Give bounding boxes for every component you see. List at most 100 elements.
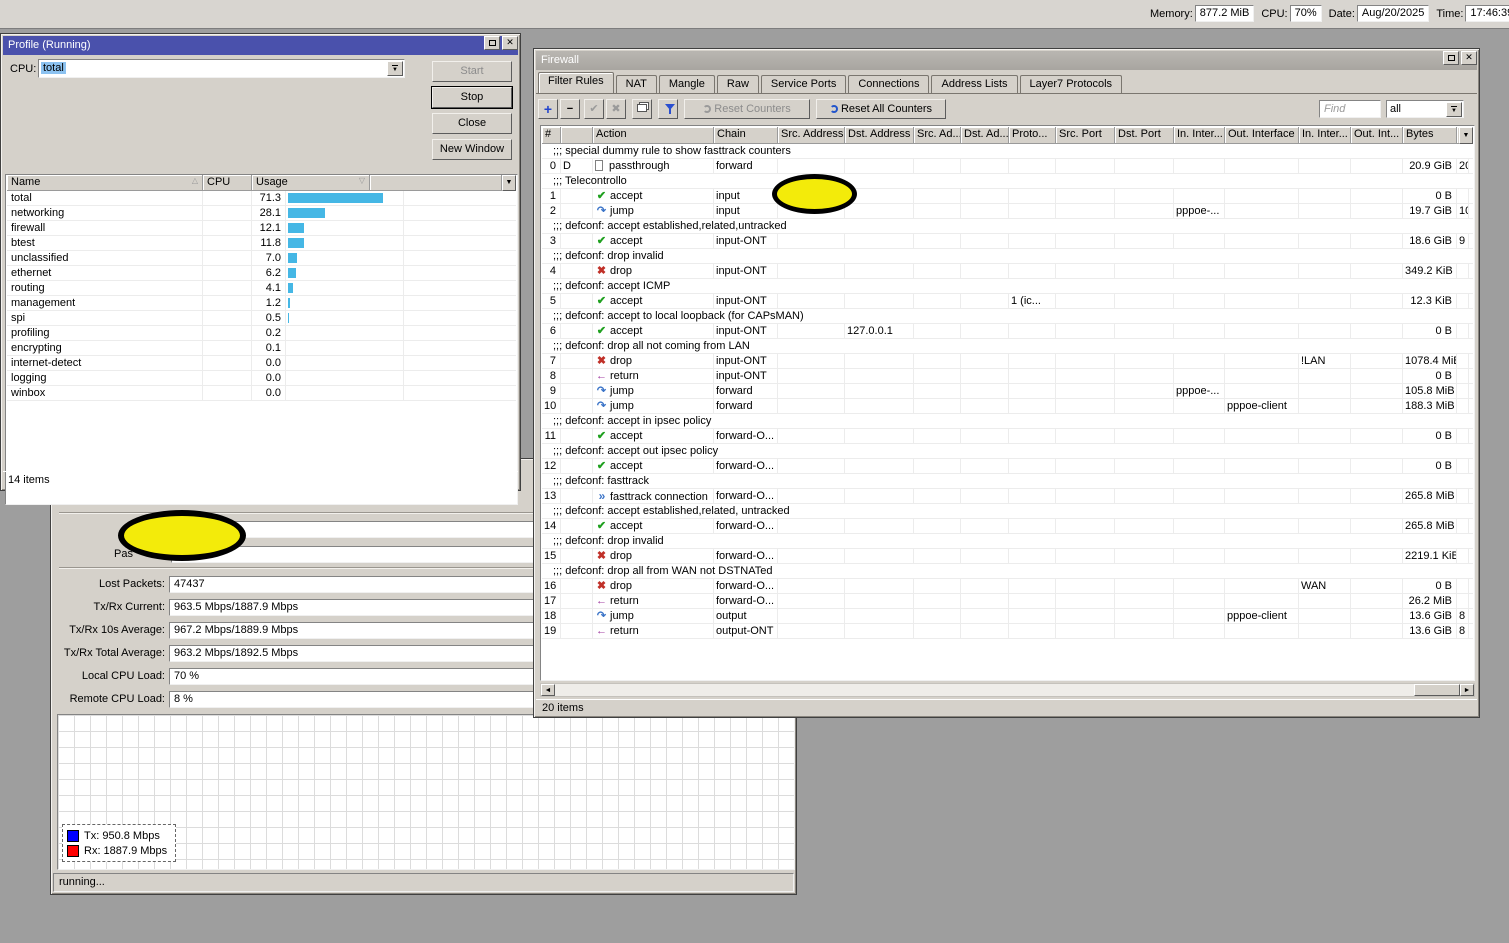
close-icon[interactable]: ✕	[502, 36, 518, 50]
firewall-rule-row[interactable]: 15✖dropforward-O...2219.1 KiB	[542, 549, 1473, 564]
profile-row[interactable]: total71.3	[7, 191, 516, 206]
rule-comment-row[interactable]: ;;; defconf: accept in ipsec policy	[542, 414, 1473, 429]
close-icon[interactable]: ✕	[1461, 51, 1477, 65]
profile-row[interactable]: ethernet6.2	[7, 266, 516, 281]
find-input[interactable]	[1319, 100, 1381, 118]
column-header-dst-ad[interactable]: Dst. Ad...	[961, 127, 1009, 144]
cpu-combo[interactable]: total ▼	[38, 59, 405, 78]
tab-service-ports[interactable]: Service Ports	[761, 75, 846, 93]
firewall-rule-row[interactable]: 16✖dropforward-O...WAN0 B	[542, 579, 1473, 594]
rule-comment-row[interactable]: ;;; special dummy rule to show fasttrack…	[542, 144, 1473, 159]
rule-comment-row[interactable]: ;;; defconf: accept ICMP	[542, 279, 1473, 294]
column-header-chain[interactable]: Chain	[714, 127, 778, 144]
firewall-rule-row[interactable]: 11✔acceptforward-O...0 B	[542, 429, 1473, 444]
column-header-in-inter[interactable]: In. Inter...	[1174, 127, 1225, 144]
profile-row[interactable]: management1.2	[7, 296, 516, 311]
maximize-icon[interactable]	[1443, 51, 1459, 65]
tab-mangle[interactable]: Mangle	[659, 75, 715, 93]
firewall-rule-row[interactable]: 12✔acceptforward-O...0 B	[542, 459, 1473, 474]
column-header-dst-address[interactable]: Dst. Address	[845, 127, 914, 144]
column-header-[interactable]: #	[542, 127, 561, 144]
start-button[interactable]: Start	[432, 61, 512, 82]
profile-row[interactable]: encrypting0.1	[7, 341, 516, 356]
profile-row[interactable]: firewall12.1	[7, 221, 516, 236]
column-header-usage[interactable]: Usage▽	[252, 175, 370, 191]
firewall-rule-row[interactable]: 1✔acceptinput0 B	[542, 189, 1473, 204]
profile-titlebar[interactable]: Profile (Running)	[3, 36, 518, 55]
column-header-out-int[interactable]: Out. Int...	[1351, 127, 1403, 144]
firewall-rule-row[interactable]: 14✔acceptforward-O...265.8 MiB	[542, 519, 1473, 534]
column-header-proto[interactable]: Proto...	[1009, 127, 1056, 144]
stop-button[interactable]: Stop	[432, 87, 512, 108]
firewall-rule-row[interactable]: 9↷jumpforwardpppoe-...105.8 MiB	[542, 384, 1473, 399]
scrollbar-thumb[interactable]	[1414, 684, 1460, 696]
rule-comment-row[interactable]: ;;; defconf: accept established,related,…	[542, 219, 1473, 234]
copy-button[interactable]	[632, 99, 652, 119]
rule-comment-row[interactable]: ;;; defconf: drop invalid	[542, 249, 1473, 264]
profile-row[interactable]: winbox0.0	[7, 386, 516, 401]
firewall-titlebar[interactable]: Firewall	[536, 51, 1477, 70]
scroll-left-icon[interactable]: ◄	[541, 684, 555, 696]
firewall-rule-row[interactable]: 2↷jumpinputpppoe-...19.7 GiB10	[542, 204, 1473, 219]
firewall-rule-row[interactable]: 18↷jumpoutputpppoe-client13.6 GiB8	[542, 609, 1473, 624]
column-header-src-ad[interactable]: Src. Ad...	[914, 127, 961, 144]
profile-row[interactable]: routing4.1	[7, 281, 516, 296]
column-header-blank[interactable]	[370, 175, 502, 191]
add-rule-button[interactable]: +	[538, 99, 558, 119]
tab-layer7-protocols[interactable]: Layer7 Protocols	[1020, 75, 1123, 93]
firewall-rule-row[interactable]: 7✖dropinput-ONT!LAN1078.4 MiB	[542, 354, 1473, 369]
firewall-rule-row[interactable]: 19←returnoutput-ONT13.6 GiB8	[542, 624, 1473, 639]
column-select-icon[interactable]: ▼	[502, 175, 516, 191]
column-header-src-port[interactable]: Src. Port	[1056, 127, 1115, 144]
close-button[interactable]: Close	[432, 113, 512, 134]
new-window-button[interactable]: New Window	[432, 139, 512, 160]
firewall-rule-row[interactable]: 13»fasttrack connectionforward-O...265.8…	[542, 489, 1473, 504]
firewall-rule-row[interactable]: 10↷jumpforwardpppoe-client188.3 MiB	[542, 399, 1473, 414]
profile-row[interactable]: btest11.8	[7, 236, 516, 251]
column-header-dst-port[interactable]: Dst. Port	[1115, 127, 1174, 144]
rule-comment-row[interactable]: ;;; defconf: accept established,related,…	[542, 504, 1473, 519]
horizontal-scrollbar[interactable]: ◄ ►	[540, 683, 1475, 697]
profile-row[interactable]: profiling0.2	[7, 326, 516, 341]
rule-comment-row[interactable]: ;;; defconf: drop all from WAN not DSTNA…	[542, 564, 1473, 579]
tab-raw[interactable]: Raw	[717, 75, 759, 93]
filter-button[interactable]	[658, 99, 678, 119]
scroll-right-icon[interactable]: ►	[1460, 684, 1474, 696]
chain-filter-combo[interactable]: all ▼	[1386, 100, 1464, 118]
chevron-down-icon[interactable]: ▼	[387, 61, 403, 76]
profile-row[interactable]: internet-detect0.0	[7, 356, 516, 371]
tab-filter-rules[interactable]: Filter Rules	[538, 72, 614, 93]
rule-comment-row[interactable]: ;;; defconf: fasttrack	[542, 474, 1473, 489]
firewall-rule-row[interactable]: 0Dpassthroughforward20.9 GiB20	[542, 159, 1473, 174]
disable-rule-button[interactable]: ✖	[606, 99, 626, 119]
column-header-src-address[interactable]: Src. Address	[778, 127, 845, 144]
column-header-action[interactable]: Action	[593, 127, 714, 144]
firewall-rule-row[interactable]: 3✔acceptinput-ONT18.6 GiB9	[542, 234, 1473, 249]
column-header-bytes[interactable]: Bytes	[1403, 127, 1457, 144]
rule-comment-row[interactable]: ;;; defconf: drop all not coming from LA…	[542, 339, 1473, 354]
column-header-name[interactable]: Name△	[7, 175, 203, 191]
rule-comment-row[interactable]: ;;; defconf: accept to local loopback (f…	[542, 309, 1473, 324]
rule-comment-row[interactable]: ;;; defconf: drop invalid	[542, 534, 1473, 549]
reset-counters-button[interactable]: Reset Counters	[684, 99, 810, 119]
profile-row[interactable]: spi0.5	[7, 311, 516, 326]
tab-connections[interactable]: Connections	[848, 75, 929, 93]
column-select-icon[interactable]: ▼	[1459, 127, 1473, 144]
enable-rule-button[interactable]: ✔	[584, 99, 604, 119]
firewall-rule-row[interactable]: 5✔acceptinput-ONT1 (ic...12.3 KiB	[542, 294, 1473, 309]
column-header-out-interface[interactable]: Out. Interface	[1225, 127, 1299, 144]
tab-nat[interactable]: NAT	[616, 75, 657, 93]
remove-rule-button[interactable]: −	[560, 99, 580, 119]
column-header-cpu[interactable]: CPU	[203, 175, 252, 191]
profile-row[interactable]: networking28.1	[7, 206, 516, 221]
rule-comment-row[interactable]: ;;; defconf: accept out ipsec policy	[542, 444, 1473, 459]
firewall-rule-row[interactable]: 4✖dropinput-ONT349.2 KiB	[542, 264, 1473, 279]
profile-row[interactable]: unclassified7.0	[7, 251, 516, 266]
chevron-down-icon[interactable]: ▼	[1446, 102, 1462, 117]
column-header[interactable]	[561, 127, 593, 144]
tab-address-lists[interactable]: Address Lists	[931, 75, 1017, 93]
profile-row[interactable]: logging0.0	[7, 371, 516, 386]
column-header-in-inter[interactable]: In. Inter...	[1299, 127, 1351, 144]
firewall-rule-row[interactable]: 6✔acceptinput-ONT127.0.0.10 B	[542, 324, 1473, 339]
firewall-rule-row[interactable]: 17←returnforward-O...26.2 MiB	[542, 594, 1473, 609]
